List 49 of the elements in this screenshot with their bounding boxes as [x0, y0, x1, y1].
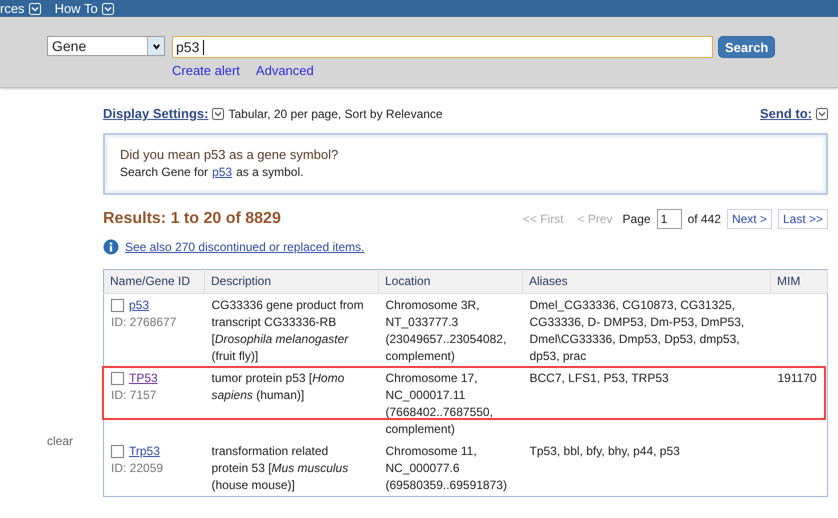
- description-cell: CG33336 gene product from transcript CG33336-RB [Drosophila melanogaster (fruit fly)]: [212, 298, 364, 363]
- column-header: MIM: [770, 270, 828, 294]
- mim-cell: 191170: [778, 371, 817, 385]
- column-header: Location: [378, 270, 522, 294]
- location-cell: Chromosome 3R, NT_033777.3 (23049657..23054082, complement): [386, 298, 506, 363]
- column-header: Name/Gene ID: [104, 270, 204, 294]
- discontinued-link[interactable]: See also 270 discontinued or replaced items.: [125, 240, 364, 254]
- search-button[interactable]: Search: [718, 36, 776, 58]
- gene-link[interactable]: p53: [129, 297, 150, 314]
- display-summary: Tabular, 20 per page, Sort by Relevance: [228, 106, 443, 120]
- symbol-link[interactable]: p53: [212, 165, 232, 179]
- gene-link[interactable]: Trp53: [129, 443, 160, 460]
- suggestion-text: as a symbol.: [236, 165, 304, 179]
- pager-button[interactable]: Last >>: [778, 209, 828, 229]
- search-field[interactable]: p53: [172, 36, 713, 58]
- gene-id: ID: 2768677: [111, 314, 178, 331]
- location-cell: Chromosome 11, NC_000077.6 (69580359..69591873): [386, 444, 507, 492]
- row-checkbox[interactable]: [111, 372, 124, 385]
- gene-id: ID: 7157: [111, 387, 158, 404]
- page-field[interactable]: 1: [656, 209, 682, 229]
- nav-link[interactable]: How To: [54, 1, 98, 16]
- column-header: Description: [204, 270, 378, 294]
- column-header: Aliases: [522, 270, 770, 294]
- suggestion-question: Did you mean p53 as a gene symbol?: [120, 147, 340, 162]
- page-count: of 442: [688, 212, 721, 226]
- nav-link[interactable]: rces: [0, 1, 25, 16]
- gene-link[interactable]: TP53: [129, 370, 158, 387]
- aliases-cell: BCC7, LFS1, P53, TRP53: [530, 371, 669, 385]
- send-to-link[interactable]: Send to:: [760, 106, 812, 121]
- row-checkbox[interactable]: [111, 299, 124, 312]
- search-link[interactable]: Advanced: [256, 63, 314, 78]
- search-link[interactable]: Create alert: [172, 63, 240, 78]
- description-cell: tumor protein p53 [Homo sapiens (human)]: [212, 371, 344, 402]
- aliases-cell: Tp53, bbl, bfy, bhy, p44, p53: [530, 444, 680, 458]
- gene-id: ID: 22059: [111, 460, 164, 477]
- dropdown-icon[interactable]: [816, 108, 828, 120]
- clear-link[interactable]: clear: [47, 434, 74, 448]
- row-checkbox[interactable]: [111, 445, 124, 458]
- pager-button[interactable]: Next >: [726, 209, 772, 229]
- aliases-cell: Dmel_CG33336, CG10873, CG31325, CG33336, D- DMP53, Dm-P53, DmP53, Dmel\CG33336, Dmp53, Dp53, dmp53, dp53, prac: [530, 298, 744, 363]
- database-select[interactable]: Gene: [47, 36, 165, 56]
- page-label: Page: [622, 212, 651, 226]
- location-cell: Chromosome 17, NC_000017.11 (7668402..7687550, complement): [386, 371, 493, 436]
- description-cell: transformation related protein 53 [Mus musculus (house mouse)]: [212, 444, 348, 492]
- suggestion-text: Search Gene for: [120, 165, 208, 179]
- results-count: Results: 1 to 20 of 8829: [103, 210, 281, 228]
- dropdown-icon[interactable]: [212, 108, 224, 120]
- display-settings-link[interactable]: Display Settings:: [103, 106, 208, 121]
- info-icon: [103, 239, 119, 255]
